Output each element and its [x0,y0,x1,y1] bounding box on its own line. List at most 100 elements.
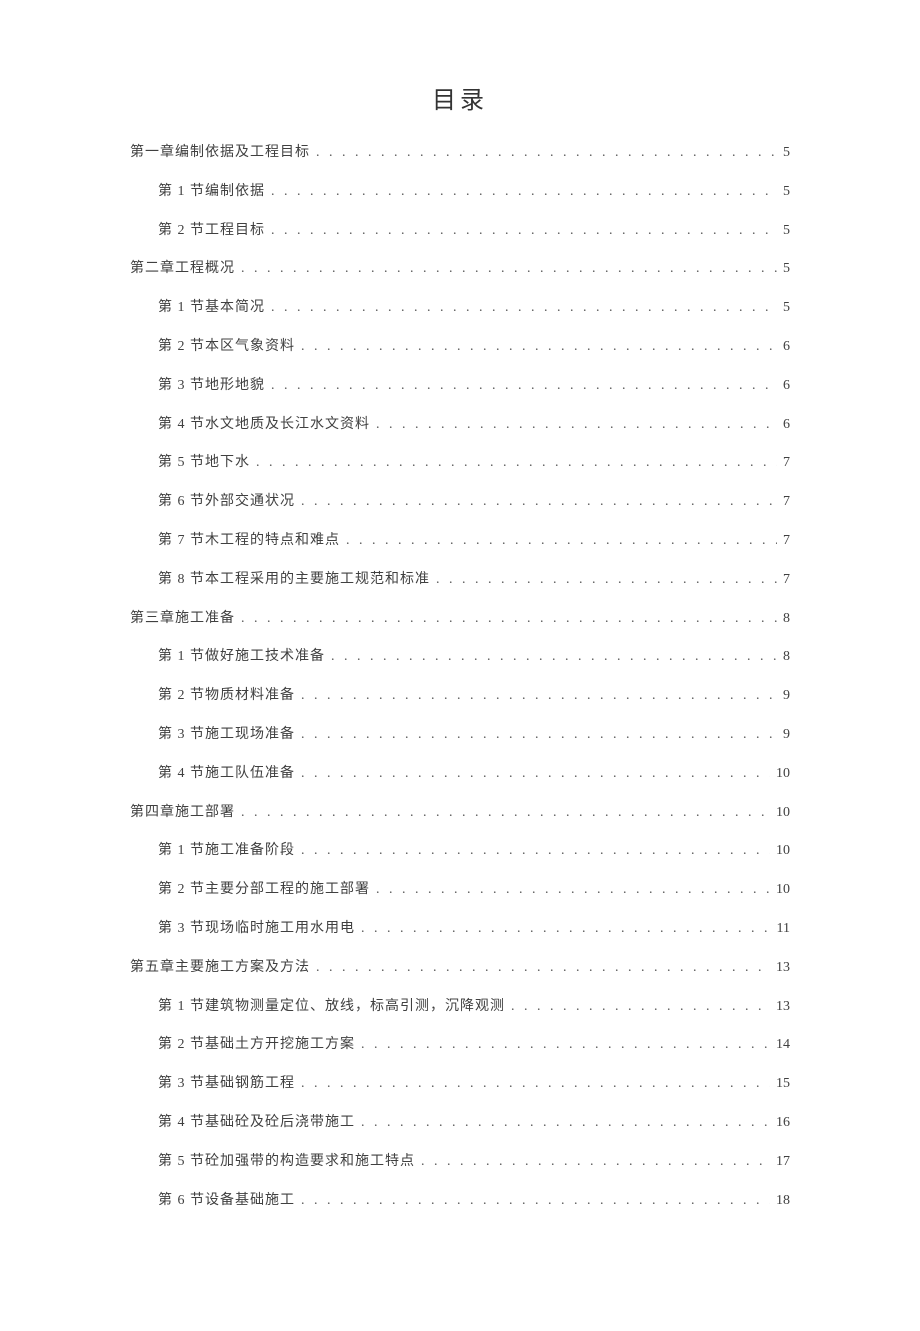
toc-entry-page: 16 [776,1115,790,1132]
toc-entry[interactable]: 第 3 节施工现场准备9 [130,727,790,744]
toc-entry-page: 10 [776,882,790,899]
toc-entry[interactable]: 第一章编制依据及工程目标 5 [130,145,790,162]
toc-entry-page: 17 [776,1154,790,1171]
toc-entry-label: 第 3 节基础钢筋工程 [158,1076,295,1093]
toc-leader-dots [256,455,777,472]
toc-leader-dots [376,417,777,434]
toc-entry-page: 7 [783,494,790,511]
toc-entry-page: 9 [783,727,790,744]
toc-leader-dots [241,261,777,278]
toc-entry-label: 第 1 节基本简况 [158,300,265,317]
table-of-contents: 第一章编制依据及工程目标5第 1 节编制依据5第 2 节工程目标5第二章工程概况… [130,145,790,1209]
toc-entry-label: 第 2 节物质材料准备 [158,688,295,705]
toc-entry[interactable]: 第 1 节建筑物测量定位、放线，标高引测，沉降观测13 [130,999,790,1016]
toc-title: 目录 [130,80,790,115]
toc-entry-label: 第 2 节工程目标 [158,223,265,240]
toc-entry[interactable]: 第三章施工准备 8 [130,611,790,628]
toc-entry-label: 第一章编制依据及工程目标 [130,145,310,162]
toc-entry-page: 8 [783,649,790,666]
toc-entry-label: 第五章主要施工方案及方法 [130,960,310,977]
toc-entry-page: 5 [783,184,790,201]
toc-entry[interactable]: 第 2 节本区气象资料6 [130,339,790,356]
toc-leader-dots [436,572,777,589]
toc-leader-dots [361,1115,770,1132]
toc-entry-page: 5 [783,223,790,240]
toc-entry-page: 14 [776,1037,790,1054]
toc-entry[interactable]: 第四章施工部署 10 [130,805,790,822]
toc-entry-label: 第 2 节本区气象资料 [158,339,295,356]
toc-entry-label: 第四章施工部署 [130,805,235,822]
toc-entry[interactable]: 第 3 节现场临时施工用水用电 11 [130,921,790,938]
toc-entry-label: 第 6 节设备基础施工 [158,1193,295,1210]
toc-entry[interactable]: 第 2 节主要分部工程的施工部署 10 [130,882,790,899]
toc-entry-page: 6 [783,417,790,434]
toc-leader-dots [241,805,770,822]
toc-entry[interactable]: 第 6 节外部交通状况 7 [130,494,790,511]
toc-entry-page: 7 [783,533,790,550]
toc-entry-label: 第三章施工准备 [130,611,235,628]
toc-leader-dots [271,378,777,395]
toc-entry-label: 第 2 节主要分部工程的施工部署 [158,882,370,899]
toc-entry-label: 第二章工程概况 [130,261,235,278]
toc-entry-label: 第 6 节外部交通状况 [158,494,295,511]
toc-leader-dots [301,727,777,744]
toc-entry[interactable]: 第 2 节物质材料准备 9 [130,688,790,705]
toc-leader-dots [301,766,770,783]
toc-leader-dots [301,339,777,356]
toc-entry-page: 10 [776,766,790,783]
toc-leader-dots [301,1193,770,1210]
toc-entry-label: 第 8 节本工程采用的主要施工规范和标准 [158,572,430,589]
toc-leader-dots [301,688,777,705]
toc-entry[interactable]: 第 5 节地下水7 [130,455,790,472]
document-page: 目录 第一章编制依据及工程目标5第 1 节编制依据5第 2 节工程目标5第二章工… [0,0,920,1331]
toc-entry-page: 13 [776,960,790,977]
toc-entry-label: 第 2 节基础土方开挖施工方案 [158,1037,355,1054]
toc-entry[interactable]: 第 7 节木工程的特点和难点 7 [130,533,790,550]
toc-entry-label: 第 1 节做好施工技术准备 [158,649,325,666]
toc-entry[interactable]: 第 3 节基础钢筋工程 15 [130,1076,790,1093]
toc-entry-page: 8 [783,611,790,628]
toc-entry-page: 18 [776,1193,790,1210]
toc-entry-label: 第 4 节施工队伍准备 [158,766,295,783]
toc-entry[interactable]: 第 3 节地形地貌 6 [130,378,790,395]
toc-entry-page: 5 [783,261,790,278]
toc-entry-label: 第 3 节地形地貌 [158,378,265,395]
toc-entry[interactable]: 第 8 节本工程采用的主要施工规范和标准7 [130,572,790,589]
toc-entry[interactable]: 第 4 节基础砼及砼后浇带施工16 [130,1115,790,1132]
toc-entry[interactable]: 第 5 节砼加强带的构造要求和施工特点 17 [130,1154,790,1171]
toc-leader-dots [361,921,771,938]
toc-leader-dots [301,494,777,511]
toc-entry-page: 15 [776,1076,790,1093]
toc-entry-label: 第 7 节木工程的特点和难点 [158,533,340,550]
toc-entry[interactable]: 第 1 节施工准备阶段10 [130,843,790,860]
toc-entry-page: 10 [776,805,790,822]
toc-entry[interactable]: 第 6 节设备基础施工 18 [130,1193,790,1210]
toc-entry-label: 第 1 节施工准备阶段 [158,843,295,860]
toc-leader-dots [331,649,777,666]
toc-entry-page: 11 [777,921,790,938]
toc-entry-page: 13 [776,999,790,1016]
toc-entry-page: 6 [783,378,790,395]
toc-entry-page: 7 [783,455,790,472]
toc-entry-page: 9 [783,688,790,705]
toc-entry[interactable]: 第 1 节做好施工技术准备 8 [130,649,790,666]
toc-entry-label: 第 3 节现场临时施工用水用电 [158,921,355,938]
toc-leader-dots [361,1037,770,1054]
toc-leader-dots [301,1076,770,1093]
toc-leader-dots [421,1154,770,1171]
toc-entry-label: 第 5 节砼加强带的构造要求和施工特点 [158,1154,415,1171]
toc-entry[interactable]: 第 1 节基本简况 5 [130,300,790,317]
toc-entry-label: 第 4 节水文地质及长江水文资料 [158,417,370,434]
toc-entry[interactable]: 第 2 节工程目标 5 [130,223,790,240]
toc-leader-dots [271,300,777,317]
toc-entry[interactable]: 第五章主要施工方案及方法 13 [130,960,790,977]
toc-leader-dots [271,223,777,240]
toc-entry-page: 5 [783,145,790,162]
toc-entry-page: 5 [783,300,790,317]
toc-entry[interactable]: 第 4 节施工队伍准备 10 [130,766,790,783]
toc-entry[interactable]: 第 1 节编制依据5 [130,184,790,201]
toc-leader-dots [316,145,777,162]
toc-entry[interactable]: 第 2 节基础土方开挖施工方案 14 [130,1037,790,1054]
toc-entry[interactable]: 第二章工程概况 5 [130,261,790,278]
toc-entry[interactable]: 第 4 节水文地质及长江水文资料 6 [130,417,790,434]
